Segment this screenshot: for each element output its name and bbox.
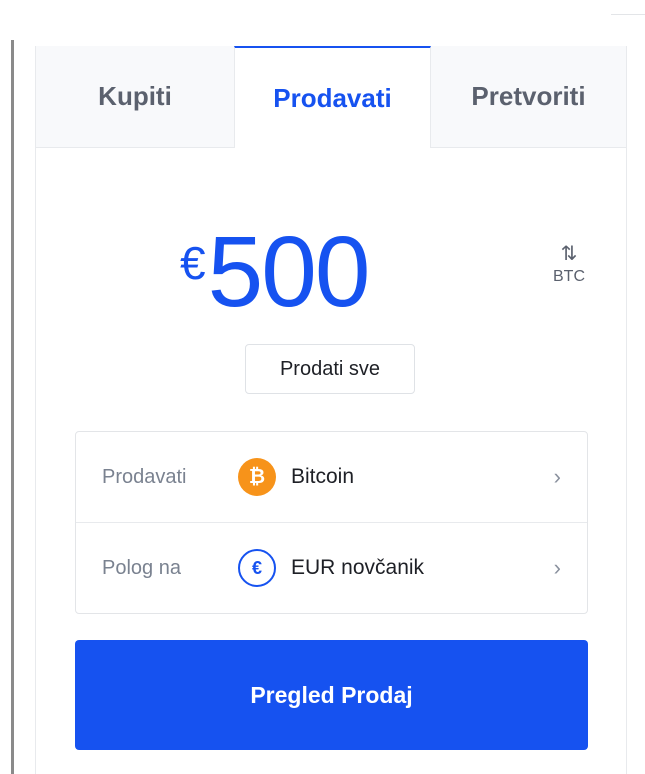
tab-sell[interactable]: Prodavati — [234, 46, 431, 148]
row-label: Polog na — [102, 556, 181, 579]
trade-tabs: Kupiti Prodavati Pretvoriti — [36, 46, 626, 148]
review-sell-button[interactable]: Pregled Prodaj — [75, 640, 588, 750]
asset-selector: Prodavati ₿ Bitcoin › Polog na € EUR nov… — [75, 431, 588, 614]
bitcoin-icon: ₿ — [238, 458, 276, 496]
euro-wallet-icon: € — [238, 549, 276, 587]
swap-arrows-icon: ⇅ — [560, 243, 578, 265]
row-label: Prodavati — [102, 465, 187, 488]
chevron-right-icon: › — [553, 464, 561, 489]
chevron-right-icon: › — [553, 555, 561, 580]
left-divider — [11, 40, 14, 774]
unit-toggle-button[interactable]: ⇅ BTC — [548, 244, 590, 286]
tab-convert[interactable]: Pretvoriti — [431, 46, 626, 148]
deposit-to-row[interactable]: Polog na € EUR novčanik › — [76, 523, 587, 613]
unit-label: BTC — [553, 268, 585, 285]
row-value: Bitcoin — [291, 465, 355, 488]
tab-buy[interactable]: Kupiti — [36, 46, 234, 148]
top-divider — [611, 14, 645, 15]
sell-all-button[interactable]: Prodati sve — [245, 344, 415, 394]
row-value: EUR novčanik — [291, 556, 425, 579]
amount-value: 500 — [207, 216, 371, 328]
sell-asset-row[interactable]: Prodavati ₿ Bitcoin › — [76, 432, 587, 523]
currency-symbol: € — [180, 237, 206, 289]
amount-input[interactable]: € 500 — [180, 216, 371, 332]
